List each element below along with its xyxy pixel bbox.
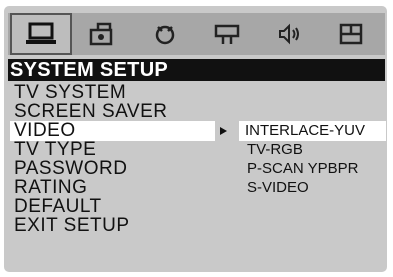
menu-item-label: RATING xyxy=(14,177,88,198)
speaker-setup-icon[interactable] xyxy=(258,13,320,55)
menu-item-label: TV SYSTEM xyxy=(14,82,127,103)
video-setup-icon[interactable] xyxy=(196,13,258,55)
section-header: SYSTEM SETUP xyxy=(8,59,385,81)
submenu-item-label: INTERLACE-YUV xyxy=(245,122,366,139)
submenu-item-label: S-VIDEO xyxy=(247,179,309,196)
setup-category-bar xyxy=(8,13,385,55)
menu-item-label: SCREEN SAVER xyxy=(14,101,168,122)
menu-item-label: VIDEO xyxy=(14,120,76,141)
section-title: SYSTEM SETUP xyxy=(10,59,169,81)
submenu-item-s-video[interactable]: S-VIDEO xyxy=(241,178,309,198)
menu-item-default[interactable]: DEFAULT xyxy=(10,197,102,217)
menu-item-screen-saver[interactable]: SCREEN SAVER xyxy=(10,102,167,122)
general-setup-icon[interactable] xyxy=(10,13,72,55)
submenu-item-label: TV-RGB xyxy=(247,141,303,158)
submenu-item-label: P-SCAN YPBPR xyxy=(247,160,359,177)
menu-item-exit-setup[interactable]: EXIT SETUP xyxy=(10,216,130,236)
menu-item-tv-type[interactable]: TV TYPE xyxy=(10,140,96,160)
dolby-setup-icon[interactable] xyxy=(134,13,196,55)
submenu-item-tv-rgb[interactable]: TV-RGB xyxy=(241,140,303,160)
menu-item-label: TV TYPE xyxy=(14,139,97,160)
submenu-arrow-icon xyxy=(220,127,227,135)
menu-item-label: PASSWORD xyxy=(14,158,128,179)
menu-item-tv-system[interactable]: TV SYSTEM xyxy=(10,83,126,103)
preference-setup-icon[interactable] xyxy=(320,13,382,55)
submenu-item-p-scan-ypbpr[interactable]: P-SCAN YPBPR xyxy=(241,159,358,179)
menu-item-label: DEFAULT xyxy=(14,196,102,217)
menu-item-label: EXIT SETUP xyxy=(14,215,130,236)
menu-item-password[interactable]: PASSWORD xyxy=(10,159,127,179)
audio-setup-icon[interactable] xyxy=(72,13,134,55)
menu-item-video[interactable]: VIDEO xyxy=(10,121,215,141)
submenu-item-interlace-yuv[interactable]: INTERLACE-YUV xyxy=(239,121,386,141)
menu-item-rating[interactable]: RATING xyxy=(10,178,87,198)
